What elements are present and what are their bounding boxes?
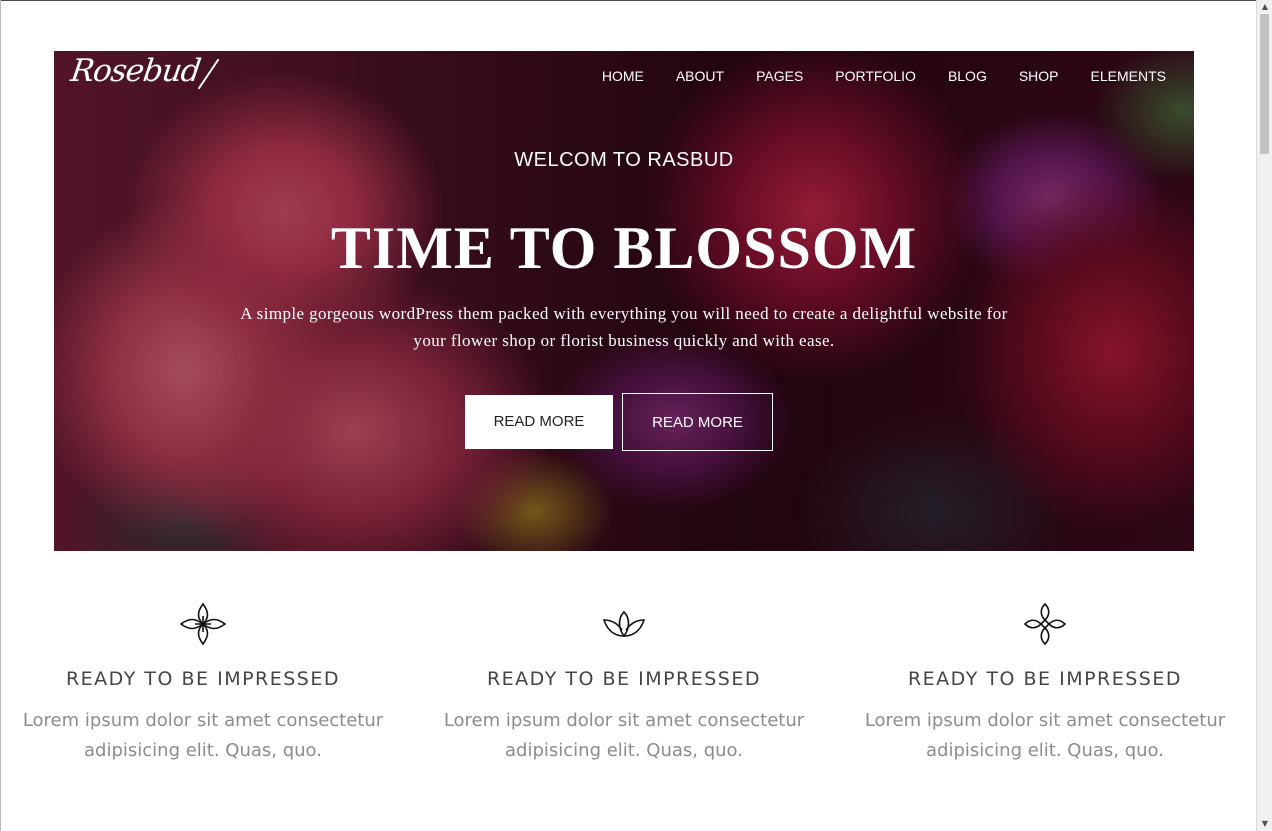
hero-banner: Rosebud HOME ABOUT PAGES PORTFOLIO BLOG … — [54, 51, 1194, 551]
main-nav: HOME ABOUT PAGES PORTFOLIO BLOG SHOP ELE… — [602, 68, 1166, 84]
diamond-flower-icon — [1023, 602, 1067, 646]
nav-item-blog[interactable]: BLOG — [948, 68, 987, 84]
hero-description: A simple gorgeous wordPress them packed … — [240, 304, 1008, 350]
four-petal-flower-icon — [179, 602, 227, 646]
feature-text: Lorem ipsum dolor sit amet consectetur a… — [22, 710, 384, 761]
site-logo[interactable]: Rosebud — [68, 53, 202, 89]
nav-item-about[interactable]: ABOUT — [676, 68, 724, 84]
feature-card: READY TO BE IMPRESSED Lorem ipsum dolor … — [434, 600, 814, 766]
feature-title: READY TO BE IMPRESSED — [907, 668, 1183, 690]
nav-item-pages[interactable]: PAGES — [756, 68, 803, 84]
hero-welcome-text: WELCOM TO RASBUD — [514, 149, 734, 171]
nav-item-shop[interactable]: SHOP — [1019, 68, 1059, 84]
nav-item-elements[interactable]: ELEMENTS — [1091, 68, 1166, 84]
nav-item-home[interactable]: HOME — [602, 68, 644, 84]
feature-text: Lorem ipsum dolor sit amet consectetur a… — [443, 710, 805, 761]
feature-text: Lorem ipsum dolor sit amet consectetur a… — [864, 710, 1226, 761]
scroll-down-arrow-icon[interactable]: ▼ — [1257, 817, 1272, 831]
window-top-border — [0, 0, 1256, 1]
hero-title: TIME TO BLOSSOM — [330, 215, 918, 281]
feature-title: READY TO BE IMPRESSED — [65, 668, 341, 690]
read-more-outline-button[interactable]: READ MORE — [622, 393, 773, 451]
feature-title: READY TO BE IMPRESSED — [486, 668, 762, 690]
lotus-icon — [602, 610, 646, 638]
feature-card: READY TO BE IMPRESSED Lorem ipsum dolor … — [855, 600, 1235, 766]
scroll-up-arrow-icon[interactable]: ▲ — [1257, 0, 1272, 14]
read-more-button[interactable]: READ MORE — [465, 395, 613, 449]
window-left-border — [0, 0, 1, 831]
scrollbar-thumb[interactable] — [1260, 14, 1269, 154]
feature-card: READY TO BE IMPRESSED Lorem ipsum dolor … — [13, 600, 393, 766]
vertical-scrollbar[interactable]: ▲ ▼ — [1256, 0, 1272, 831]
nav-item-portfolio[interactable]: PORTFOLIO — [835, 68, 916, 84]
